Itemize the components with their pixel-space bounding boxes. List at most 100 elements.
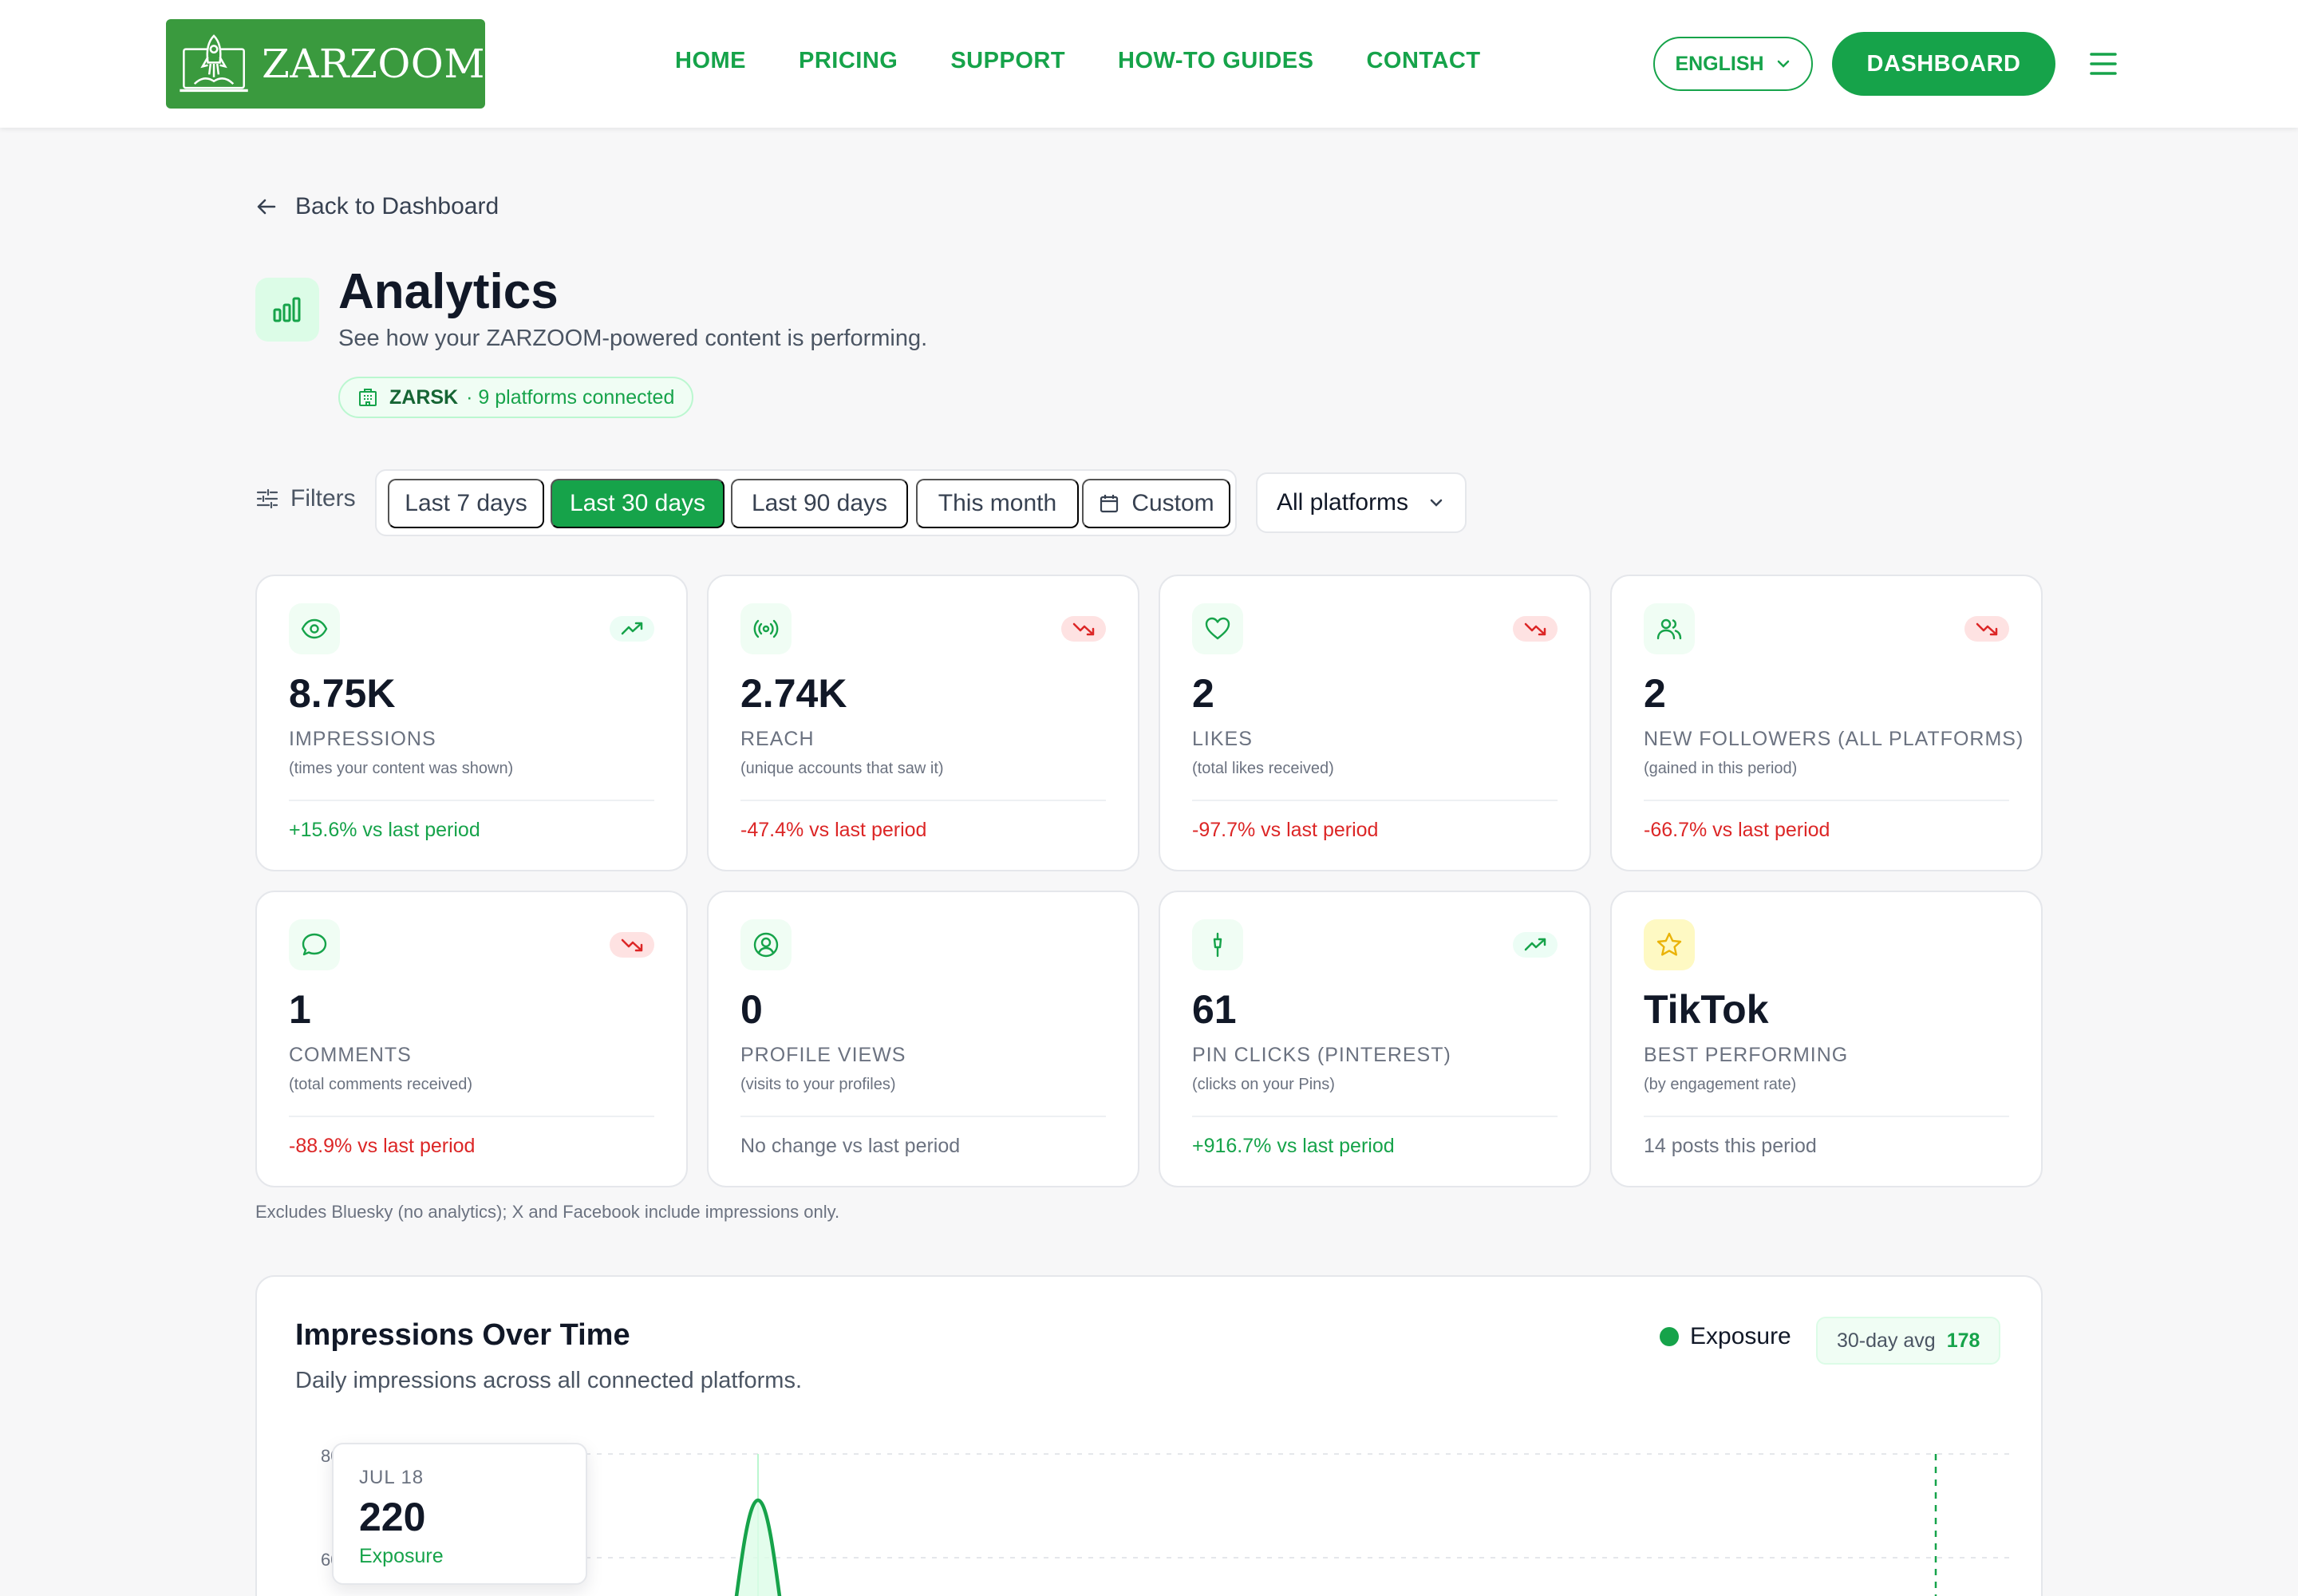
stat-value: 0 (740, 987, 763, 1032)
stat-value: 8.75K (289, 671, 396, 716)
trend-down-glyph (1072, 622, 1095, 636)
range-this-month[interactable]: This month (916, 479, 1079, 528)
tooltip-value: 220 (359, 1495, 426, 1539)
users-icon-glyph (1656, 618, 1682, 640)
stat-description: (unique accounts that saw it) (740, 760, 944, 777)
trend-down-glyph (1976, 622, 1998, 636)
stat-card-likes: 2 LIKES (total likes received) -97.7% vs… (1159, 575, 1591, 871)
stat-card-pin-clicks-pinterest: 61 PIN CLICKS (PINTEREST) (clicks on you… (1159, 891, 1591, 1187)
chart-legend[interactable]: Exposure (1660, 1323, 1791, 1350)
stat-value: TikTok (1644, 987, 1769, 1032)
trend-down-icon (610, 932, 654, 958)
range-custom[interactable]: Custom (1082, 479, 1230, 528)
stat-value: 61 (1192, 987, 1237, 1032)
stat-label: PIN CLICKS (PINTEREST) (1192, 1044, 1451, 1066)
user-circle-icon (740, 919, 792, 970)
card-divider (740, 800, 1106, 801)
stat-card-comments: 1 COMMENTS (total comments received) -88… (255, 891, 688, 1187)
hamburger-menu-icon[interactable] (2089, 51, 2118, 77)
stat-label: NEW FOLLOWERS (ALL PLATFORMS) (1644, 728, 2024, 750)
stat-value: 2.74K (740, 671, 847, 716)
stat-label: BEST PERFORMING (1644, 1044, 1849, 1066)
nav-pricing[interactable]: PRICING (799, 48, 898, 74)
stat-value: 1 (289, 987, 311, 1032)
avg-label: 30-day avg (1837, 1329, 1936, 1352)
impressions-chart-card: 80 60 Impressions Over Time Daily impres… (255, 1275, 2043, 1596)
thirty-day-average-chip: 30-day avg 178 (1816, 1317, 2001, 1365)
page-title: Analytics (338, 264, 559, 319)
stat-change: +916.7% vs last period (1192, 1135, 1395, 1157)
card-divider (289, 1116, 654, 1117)
stat-description: (visits to your profiles) (740, 1076, 896, 1093)
stat-change: -97.7% vs last period (1192, 819, 1379, 841)
range-last-7-days[interactable]: Last 7 days (388, 479, 544, 528)
organization-chip: ZARSK · 9 platforms connected (338, 377, 694, 418)
calendar-icon (1100, 495, 1119, 513)
stat-value: 2 (1192, 671, 1214, 716)
trend-up-glyph (621, 622, 643, 635)
bar-chart-icon (273, 297, 301, 322)
analytics-badge (255, 278, 319, 342)
language-select[interactable]: ENGLISH (1653, 37, 1813, 91)
stat-description: (clicks on your Pins) (1192, 1076, 1335, 1093)
stat-description: (gained in this period) (1644, 760, 1798, 777)
users-icon (1644, 603, 1695, 654)
zarzoom-logo[interactable]: ZARZOOM (166, 19, 485, 109)
stat-change: +15.6% vs last period (289, 819, 480, 841)
range-last-30-days[interactable]: Last 30 days (551, 479, 725, 528)
sliders-icon (256, 488, 278, 509)
comment-icon-glyph (302, 933, 327, 956)
heart-icon-glyph (1205, 617, 1230, 640)
nav-support[interactable]: SUPPORT (950, 48, 1065, 74)
stat-label: IMPRESSIONS (289, 728, 436, 750)
chart-title: Impressions Over Time (295, 1318, 630, 1352)
stat-description: (by engagement rate) (1644, 1076, 1797, 1093)
card-divider (1192, 800, 1558, 801)
stat-change: No change vs last period (740, 1135, 961, 1157)
platform-select-value: All platforms (1277, 489, 1409, 516)
stat-card-profile-views: 0 PROFILE VIEWS (visits to your profiles… (707, 891, 1139, 1187)
stat-description: (total likes received) (1192, 760, 1334, 777)
stat-card-reach: 2.74K REACH (unique accounts that saw it… (707, 575, 1139, 871)
stat-change: -88.9% vs last period (289, 1135, 476, 1157)
eye-icon-glyph (301, 618, 328, 639)
nav-home[interactable]: HOME (675, 48, 746, 74)
stat-description: (total comments received) (289, 1076, 473, 1093)
page-subtitle: See how your ZARZOOM-powered content is … (338, 326, 928, 351)
stat-card-best-performing: TikTok BEST PERFORMING (by engagement ra… (1610, 891, 2043, 1187)
stat-card-new-followers-all-platforms: 2 NEW FOLLOWERS (ALL PLATFORMS) (gained … (1610, 575, 2043, 871)
filters-text: Filters (290, 485, 356, 512)
analytics-footnote: Excludes Bluesky (no analytics); X and F… (255, 1202, 840, 1222)
eye-icon (289, 603, 340, 654)
star-icon (1644, 919, 1695, 970)
rocket-icon (180, 34, 248, 93)
trend-up-icon (1513, 932, 1558, 958)
building-icon (359, 389, 377, 406)
language-label: ENGLISH (1675, 52, 1764, 75)
stat-change: -66.7% vs last period (1644, 819, 1830, 841)
nav-how-to-guides[interactable]: HOW-TO GUIDES (1118, 48, 1313, 74)
organization-name: ZARSK (389, 385, 459, 409)
platform-select[interactable]: All platforms (1256, 472, 1467, 533)
nav-contact[interactable]: CONTACT (1366, 48, 1480, 74)
range-label: Custom (1131, 490, 1214, 516)
stat-value: 2 (1644, 671, 1666, 716)
range-label: Last 7 days (405, 490, 527, 516)
filters-label: Filters (255, 485, 356, 512)
broadcast-icon-glyph (753, 619, 779, 638)
back-to-dashboard-link[interactable]: Back to Dashboard (255, 193, 499, 220)
tooltip-series: Exposure (359, 1545, 444, 1567)
top-navbar: ZARZOOM HOME PRICING SUPPORT HOW-TO GUID… (0, 0, 2298, 128)
trend-up-glyph (1524, 938, 1546, 951)
date-range-toggle: Last 7 days Last 30 days Last 90 days Th… (375, 469, 1237, 536)
chevron-down-icon (1430, 499, 1443, 507)
dashboard-button[interactable]: DASHBOARD (1832, 32, 2055, 96)
stat-label: PROFILE VIEWS (740, 1044, 906, 1066)
main-nav: HOME PRICING SUPPORT HOW-TO GUIDES CONTA… (675, 48, 1534, 74)
card-divider (1644, 800, 2009, 801)
star-icon-glyph (1656, 932, 1682, 956)
range-label: Last 30 days (569, 490, 706, 516)
trend-up-icon (610, 616, 654, 642)
user-circle-icon-glyph (753, 932, 779, 958)
range-last-90-days[interactable]: Last 90 days (731, 479, 908, 528)
